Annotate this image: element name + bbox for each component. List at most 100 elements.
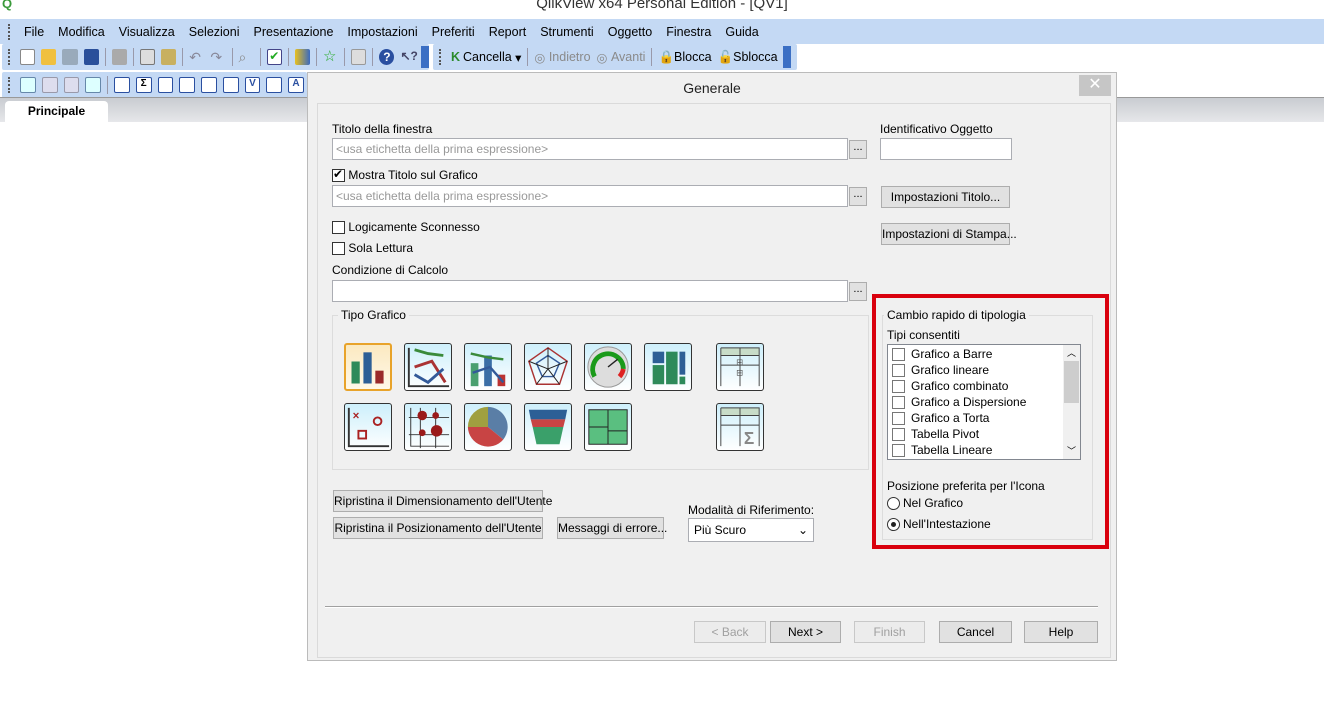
- reference-mode-select[interactable]: Più Scuro ⌄: [688, 518, 814, 542]
- readonly-check-icon[interactable]: [332, 242, 345, 256]
- show-title-checkbox[interactable]: Mostra Titolo sul Grafico: [332, 167, 478, 183]
- print-settings-button[interactable]: Impostazioni di Stampa...: [881, 223, 1017, 245]
- open-icon[interactable]: [41, 49, 57, 65]
- input-box-icon[interactable]: [222, 77, 239, 93]
- search-icon[interactable]: ⌕: [239, 49, 254, 65]
- tab-principale[interactable]: Principale: [5, 101, 108, 124]
- reload-data-icon[interactable]: [161, 49, 177, 65]
- radio-icon[interactable]: [887, 497, 900, 511]
- forward-button[interactable]: ◎ Avanti: [594, 50, 649, 65]
- object-id-input[interactable]: [880, 138, 1012, 160]
- menu-finestra[interactable]: Finestra: [659, 25, 718, 39]
- redo-icon[interactable]: ↷: [210, 49, 225, 65]
- sheet-properties-icon[interactable]: [85, 77, 102, 93]
- chart-type-pie[interactable]: [464, 403, 512, 451]
- back-button[interactable]: < Back: [694, 621, 766, 643]
- help-icon[interactable]: ?: [379, 49, 395, 65]
- list-item[interactable]: Grafico a Dispersione: [888, 394, 1080, 410]
- menu-modifica[interactable]: Modifica: [51, 25, 112, 39]
- menu-strumenti[interactable]: Strumenti: [533, 25, 601, 39]
- print-icon[interactable]: [111, 49, 127, 65]
- promote-sheet-icon[interactable]: [41, 77, 58, 93]
- chart-title-input[interactable]: <usa etichetta della prima espressione>: [332, 185, 848, 207]
- new-sheet-icon[interactable]: [19, 77, 36, 93]
- readonly-checkbox[interactable]: Sola Lettura: [332, 241, 413, 256]
- calc-condition-expression-button[interactable]: ...: [849, 282, 867, 301]
- table-box-icon[interactable]: [157, 77, 174, 93]
- checkbox-icon[interactable]: ✔: [266, 49, 282, 65]
- list-item[interactable]: Grafico a Torta: [888, 410, 1080, 426]
- chart-type-funnel[interactable]: [524, 403, 572, 451]
- chart-type-block[interactable]: [644, 343, 692, 391]
- calc-condition-input[interactable]: [332, 280, 848, 302]
- chart-type-mekko[interactable]: [584, 403, 632, 451]
- menu-guida[interactable]: Guida: [718, 25, 765, 39]
- detached-check-icon[interactable]: [332, 221, 345, 235]
- radio-in-caption[interactable]: Nell'Intestazione: [887, 517, 991, 532]
- multibox-icon[interactable]: [179, 77, 196, 93]
- chart-type-grid[interactable]: [404, 403, 452, 451]
- list-checkbox[interactable]: [892, 395, 905, 409]
- chart-icon[interactable]: [201, 77, 217, 93]
- chart-type-gauge[interactable]: [584, 343, 632, 391]
- back-button[interactable]: ◎ Indietro: [531, 50, 593, 65]
- title-settings-button[interactable]: Impostazioni Titolo...: [881, 186, 1010, 208]
- list-item[interactable]: Tabella Lineare: [888, 442, 1080, 458]
- close-button[interactable]: ✕: [1079, 75, 1111, 96]
- list-checkbox[interactable]: [892, 443, 905, 457]
- clear-button[interactable]: K Cancella ▾: [448, 50, 524, 65]
- menu-oggetto[interactable]: Oggetto: [601, 25, 659, 39]
- reset-user-position-button[interactable]: Ripristina il Posizionamento dell'Utente: [333, 517, 543, 539]
- show-title-check-icon[interactable]: [332, 167, 345, 183]
- demote-sheet-icon[interactable]: [63, 77, 80, 93]
- finish-button[interactable]: Finish: [854, 621, 925, 643]
- statistics-box-icon[interactable]: Σ: [135, 77, 152, 93]
- button-object-icon[interactable]: [266, 77, 283, 93]
- chart-type-combo[interactable]: [464, 343, 512, 391]
- menu-visualizza[interactable]: Visualizza: [112, 25, 182, 39]
- allowed-types-list[interactable]: Grafico a Barre Grafico lineare Grafico …: [887, 344, 1081, 460]
- menu-impostazioni[interactable]: Impostazioni: [340, 25, 424, 39]
- menu-presentazione[interactable]: Presentazione: [247, 25, 341, 39]
- text-object-icon[interactable]: A: [288, 77, 304, 93]
- next-button[interactable]: Next >: [770, 621, 841, 643]
- window-title-input[interactable]: <usa etichetta della prima espressione>: [332, 138, 848, 160]
- chart-type-scatter[interactable]: ×: [344, 403, 392, 451]
- list-checkbox[interactable]: [892, 379, 905, 393]
- chart-type-bar[interactable]: [344, 343, 392, 391]
- listbox-icon[interactable]: [114, 77, 130, 93]
- help-button[interactable]: Help: [1024, 621, 1098, 643]
- list-checkbox[interactable]: [892, 411, 905, 425]
- save-icon[interactable]: [83, 49, 99, 65]
- lock-button[interactable]: 🔒 Blocca: [655, 50, 714, 65]
- radio-selected-icon[interactable]: [887, 518, 900, 532]
- scroll-thumb[interactable]: [1064, 361, 1079, 403]
- chart-type-radar[interactable]: [524, 343, 572, 391]
- chart-type-line[interactable]: [404, 343, 452, 391]
- reset-user-sizing-button[interactable]: Ripristina il Dimensionamento dell'Utent…: [333, 490, 552, 512]
- cancel-button[interactable]: Cancel: [939, 621, 1012, 643]
- new-icon[interactable]: [19, 49, 36, 65]
- menu-selezioni[interactable]: Selezioni: [182, 25, 247, 39]
- list-checkbox[interactable]: [892, 427, 905, 441]
- toolbar-overflow-icon[interactable]: [421, 46, 430, 68]
- current-selections-icon[interactable]: V: [244, 77, 261, 93]
- list-item[interactable]: Grafico lineare: [888, 362, 1080, 378]
- chart-type-pivot-table[interactable]: ⊞ ⊟: [716, 343, 764, 391]
- error-messages-button[interactable]: Messaggi di errore...: [557, 517, 667, 539]
- chart-type-straight-table[interactable]: Σ: [716, 403, 764, 451]
- menu-report[interactable]: Report: [482, 25, 534, 39]
- unlock-button[interactable]: 🔓 Sblocca: [715, 50, 781, 65]
- list-item[interactable]: Grafico a Barre: [888, 346, 1080, 362]
- list-checkbox[interactable]: [892, 363, 905, 377]
- list-checkbox[interactable]: [892, 347, 905, 361]
- chart-title-expression-button[interactable]: ...: [849, 187, 867, 206]
- properties-icon[interactable]: [351, 49, 367, 65]
- list-item[interactable]: Grafico combinato: [888, 378, 1080, 394]
- edit-script-icon[interactable]: [139, 49, 156, 65]
- list-scrollbar[interactable]: ︿ ﹀: [1063, 345, 1080, 459]
- star-icon[interactable]: ☆: [323, 49, 338, 65]
- undo-icon[interactable]: ↶: [189, 49, 204, 65]
- context-help-icon[interactable]: ↖?: [400, 49, 417, 65]
- radio-in-chart[interactable]: Nel Grafico: [887, 496, 963, 511]
